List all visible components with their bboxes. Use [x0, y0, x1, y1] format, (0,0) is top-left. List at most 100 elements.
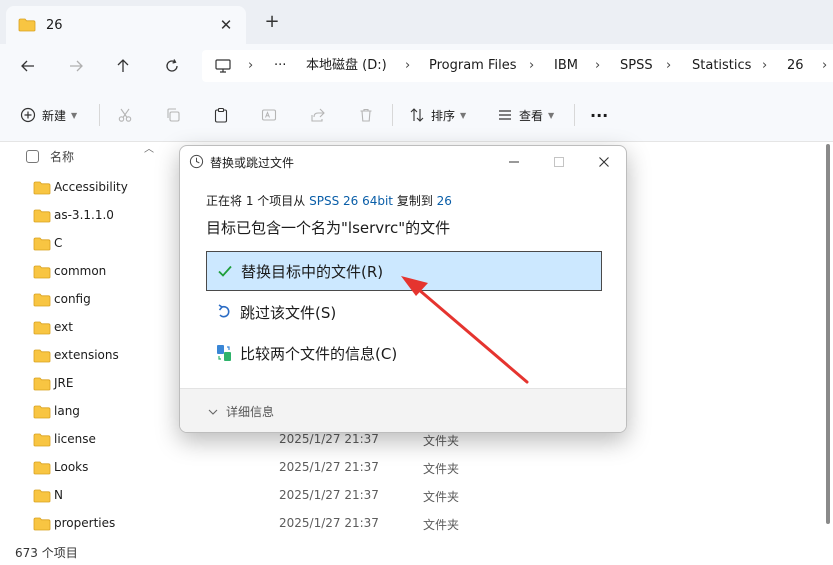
breadcrumb-separator: › [248, 58, 254, 73]
tab-strip: 26 ✕ + [0, 0, 833, 44]
file-name: Accessibility [54, 180, 128, 194]
folder-icon [33, 265, 51, 279]
new-tab-icon[interactable]: + [262, 12, 282, 32]
skip-file-label: 跳过该文件(S) [240, 303, 337, 322]
rename-icon [261, 109, 277, 121]
sort-button[interactable]: 排序 ▼ [409, 102, 466, 128]
folder-icon [33, 433, 51, 447]
maximize-button[interactable] [549, 152, 569, 172]
file-name: ext [54, 320, 73, 334]
paste-button[interactable] [213, 102, 229, 128]
folder-icon [33, 237, 51, 251]
folder-icon [33, 517, 51, 531]
source-link[interactable]: SPSS 26 64bit [309, 194, 393, 208]
checkmark-icon [218, 265, 232, 277]
new-button-label: 新建 [42, 108, 67, 123]
tab-title: 26 [46, 17, 63, 33]
conflict-message: 目标已包含一个名为"lservrc"的文件 [206, 219, 451, 237]
forward-button[interactable] [62, 52, 90, 80]
file-date: 2025/1/27 21:37 [279, 432, 379, 446]
breadcrumb-separator: › [822, 58, 828, 73]
list-item[interactable]: Looks 2025/1/27 21:37 文件夹 [0, 454, 833, 482]
more-details-toggle[interactable]: 详细信息 [208, 403, 274, 420]
rename-button[interactable] [261, 102, 277, 128]
breadcrumb-drive-d[interactable]: 本地磁盘 (D:) [306, 50, 387, 82]
dialog-titlebar[interactable]: 替换或跳过文件 [180, 146, 626, 178]
compare-files-label: 比较两个文件的信息(C) [240, 344, 398, 363]
toolbar-divider [99, 104, 100, 126]
share-button[interactable] [310, 102, 326, 128]
file-date: 2025/1/27 21:37 [279, 488, 379, 502]
folder-icon [33, 181, 51, 195]
sort-ascending-icon: ︿ [144, 144, 154, 155]
trash-icon [360, 108, 372, 122]
command-bar: 新建 ▼ 排序 ▼ 查看 ▼ ··· [0, 88, 833, 142]
folder-icon [33, 293, 51, 307]
sort-icon [410, 108, 424, 122]
toolbar-divider [392, 104, 393, 126]
replace-file-option[interactable]: 替换目标中的文件(R) [206, 251, 602, 291]
copy-button[interactable] [165, 102, 181, 128]
copy-description-prefix: 正在将 1 个项目从 [206, 194, 310, 208]
folder-icon [33, 349, 51, 363]
view-list-icon [499, 110, 511, 120]
file-type: 文件夹 [423, 434, 460, 448]
dialog-title: 替换或跳过文件 [210, 156, 295, 170]
breadcrumb-more[interactable]: ··· [274, 50, 286, 82]
copy-description: 正在将 1 个项目从 SPSS 26 64bit 复制到 26 [206, 192, 452, 209]
file-name: lang [54, 404, 80, 418]
delete-button[interactable] [358, 102, 374, 128]
clipboard-icon [214, 107, 228, 123]
view-button[interactable]: 查看 ▼ [497, 102, 554, 128]
up-button[interactable] [109, 52, 137, 80]
breadcrumb-separator: › [529, 58, 535, 73]
file-name: C [54, 236, 63, 250]
skip-file-option[interactable]: 跳过该文件(S) [206, 292, 602, 332]
file-type: 文件夹 [423, 462, 460, 476]
file-date: 2025/1/27 21:37 [279, 516, 379, 530]
breadcrumb-statistics[interactable]: Statistics [692, 50, 751, 82]
arrow-up-icon [117, 59, 129, 72]
breadcrumb-spss[interactable]: SPSS [620, 50, 653, 82]
navigation-bar: › ··· 本地磁盘 (D:) › Program Files › IBM › … [0, 44, 833, 88]
copy-description-middle: 复制到 [393, 194, 437, 208]
more-details-label: 详细信息 [226, 405, 275, 419]
file-type: 文件夹 [423, 490, 460, 504]
item-count: 673 个项目 [15, 546, 78, 560]
tab-close-icon[interactable]: ✕ [216, 15, 236, 35]
breadcrumb-ibm[interactable]: IBM [554, 50, 578, 82]
new-button[interactable]: 新建 ▼ [20, 102, 77, 128]
file-name: JRE [54, 376, 74, 390]
column-name-header[interactable]: 名称 [50, 148, 74, 165]
dialog-footer: 详细信息 [180, 388, 626, 432]
folder-icon [33, 489, 51, 503]
list-item[interactable]: properties 2025/1/27 21:37 文件夹 [0, 510, 833, 538]
close-button[interactable] [594, 152, 614, 172]
plus-circle-icon [20, 107, 36, 123]
undo-arrow-icon [218, 304, 230, 318]
file-name: common [54, 264, 107, 278]
minimize-button[interactable] [504, 152, 524, 172]
refresh-button[interactable] [158, 52, 186, 80]
more-options-button[interactable]: ··· [590, 102, 608, 128]
destination-link[interactable]: 26 [437, 194, 452, 208]
address-bar[interactable]: › ··· 本地磁盘 (D:) › Program Files › IBM › … [202, 50, 833, 82]
maximize-icon [554, 157, 564, 167]
file-name: extensions [54, 348, 119, 362]
replace-file-label: 替换目标中的文件(R) [241, 262, 384, 281]
breadcrumb-program-files[interactable]: Program Files [429, 50, 517, 82]
cut-button[interactable] [117, 102, 133, 128]
select-all-checkbox[interactable] [26, 150, 39, 163]
back-button[interactable] [14, 52, 42, 80]
vertical-scrollbar[interactable] [826, 144, 830, 524]
file-name: Looks [54, 460, 89, 474]
list-item[interactable]: N 2025/1/27 21:37 文件夹 [0, 482, 833, 510]
replace-or-skip-dialog: 替换或跳过文件 正在将 1 个项目从 SPSS 26 64bit 复制到 26 … [179, 145, 627, 433]
folder-icon [18, 18, 36, 32]
arrow-right-icon [70, 60, 83, 72]
compare-files-option[interactable]: 比较两个文件的信息(C) [206, 333, 602, 373]
status-bar: 673 个项目 [0, 540, 833, 565]
tab-26[interactable]: 26 ✕ [6, 6, 246, 44]
breadcrumb-26[interactable]: 26 [787, 50, 804, 82]
folder-icon [33, 209, 51, 223]
